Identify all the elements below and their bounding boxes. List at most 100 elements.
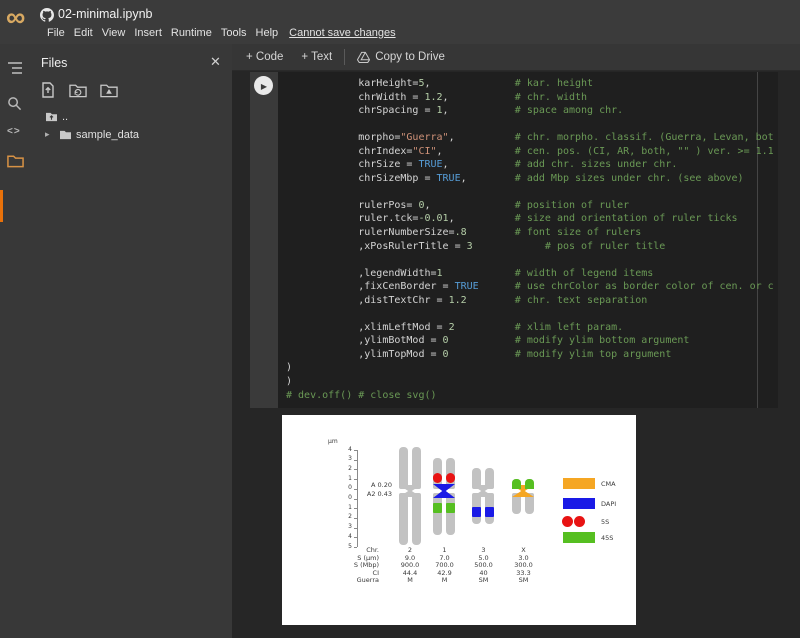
copy-to-drive-label: Copy to Drive: [375, 51, 445, 63]
code-line: chrSpacing = 1, # space among chr.: [286, 104, 774, 118]
mark-45S: [433, 503, 442, 513]
upload-file-icon[interactable]: [40, 82, 56, 98]
toolbar-divider: [344, 49, 345, 65]
code-line: [286, 118, 774, 132]
code-line: ,ylimTopMod = 0 # modify ylim top argume…: [286, 348, 774, 362]
code-line: ,ylimBotMod = 0 # modify ylim bottom arg…: [286, 334, 774, 348]
folder-icon[interactable]: [7, 154, 25, 172]
chromosome-2-short-arm: [399, 447, 408, 489]
code-line: ,distTextChr = 1.2 # chr. text separatio…: [286, 294, 774, 308]
code-line: chrWidth = 1.2, # chr. width: [286, 91, 774, 105]
ruler-tick-label: 4: [338, 447, 352, 454]
play-icon: ▶: [260, 82, 267, 91]
menu-tools[interactable]: Tools: [221, 27, 247, 39]
ruler-tick-mark: [354, 450, 357, 451]
colab-logo-icon[interactable]: ∞: [6, 2, 23, 33]
ruler-tick-mark: [354, 469, 357, 470]
ruler-tick-label: 3: [338, 524, 352, 531]
code-icon[interactable]: <>: [7, 126, 25, 144]
chromosome-1-long-arm: [446, 493, 455, 535]
header: ∞ 02-minimal.ipynb File Edit View Insert Run…: [0, 0, 800, 44]
menu-insert[interactable]: Insert: [134, 27, 162, 39]
chevron-right-icon[interactable]: ▸: [45, 129, 50, 140]
sidebar-rail: <>: [0, 44, 33, 638]
chromosome-1-long-arm: [433, 493, 442, 535]
outline-icon[interactable]: [7, 60, 25, 78]
legend-label: 5S: [601, 519, 609, 526]
menu-file[interactable]: File: [47, 27, 65, 39]
files-panel-title: Files: [41, 56, 67, 70]
code-line: ): [286, 361, 774, 375]
mount-drive-icon[interactable]: [100, 82, 118, 98]
add-code-button[interactable]: + Code: [246, 51, 283, 63]
menu-row: File Edit View Insert Runtime Tools Help Canno…: [47, 27, 396, 39]
files-panel: Files ✕ .. ▸ sample_data: [33, 44, 232, 638]
run-cell-button[interactable]: ▶: [254, 76, 273, 95]
menu-edit[interactable]: Edit: [74, 27, 93, 39]
plot-annotation: A 0.20: [350, 482, 392, 489]
code-line: karHeight=5, # kar. height: [286, 77, 774, 91]
active-indicator: [0, 190, 3, 222]
output-plot: µm43210012345A 0.20A2 0.43CMADAPI5S45SCh…: [282, 415, 636, 625]
ruler-axis-line: [357, 450, 358, 547]
chromosome-2-short-arm: [412, 447, 421, 489]
mark-5S: [446, 473, 456, 483]
refresh-folder-icon[interactable]: [69, 82, 87, 98]
code-line: # dev.off() # close svg(): [286, 389, 774, 403]
ruler-unit-label: µm: [328, 439, 338, 446]
ruler-tick-label: 4: [338, 534, 352, 541]
code-line: [286, 307, 774, 321]
ruler-tick-label: 1: [338, 505, 352, 512]
ruler-tick-mark: [354, 537, 357, 538]
search-icon[interactable]: [7, 96, 25, 114]
folder-up-icon: [45, 111, 58, 122]
menu-view[interactable]: View: [102, 27, 126, 39]
ruler-tick-mark: [354, 508, 357, 509]
chromosome-3-centromere: [472, 485, 494, 497]
code-cell: ▶ karHeight=5, # kar. height chrWidth = …: [250, 72, 778, 408]
chromosome-1-centromere: [433, 484, 455, 498]
legend-swatch: [563, 498, 595, 509]
legend-swatch: [563, 532, 595, 543]
code-line: morpho="Guerra", # chr. morpho. classif.…: [286, 131, 774, 145]
save-status-link[interactable]: Cannot save changes: [289, 27, 395, 39]
copy-to-drive-button[interactable]: Copy to Drive: [357, 51, 445, 63]
ruler-tick-mark: [354, 518, 357, 519]
ruler-tick-mark: [354, 528, 357, 529]
ruler-tick-label: 2: [338, 514, 352, 521]
code-line: ,fixCenBorder = TRUE # use chrColor as b…: [286, 280, 774, 294]
mark-45S: [512, 479, 521, 489]
code-line: [286, 253, 774, 267]
code-line: rulerPos= 0, # position of ruler: [286, 199, 774, 213]
code-text: karHeight=5, # kar. height chrWidth = 1.…: [286, 77, 774, 402]
ruler-tick-mark: [354, 499, 357, 500]
github-icon: [40, 8, 54, 22]
chromosome-2-long-arm: [412, 493, 421, 545]
code-line: [286, 185, 774, 199]
cell-gutter: ▶: [250, 72, 278, 408]
tree-item-label: sample_data: [76, 129, 139, 141]
mark-45S: [525, 479, 534, 489]
close-icon[interactable]: ✕: [210, 54, 221, 70]
legend-label: 45S: [601, 535, 613, 542]
code-line: ,xlimLeftMod = 2 # xlim left param.: [286, 321, 774, 335]
tree-item-up[interactable]: ..: [33, 110, 232, 125]
files-actions: [40, 82, 118, 98]
notebook-title[interactable]: 02-minimal.ipynb: [58, 7, 152, 21]
legend-dot: [574, 516, 585, 527]
code-editor[interactable]: karHeight=5, # kar. height chrWidth = 1.…: [278, 72, 778, 408]
code-line: chrSize = TRUE, # add chr. sizes under c…: [286, 158, 774, 172]
menu-help[interactable]: Help: [256, 27, 279, 39]
menu-runtime[interactable]: Runtime: [171, 27, 212, 39]
ruler-tick-label: 3: [338, 456, 352, 463]
code-line: ): [286, 375, 774, 389]
code-line: rulerNumberSize=.8 # font size of rulers: [286, 226, 774, 240]
plot-table-row-label: S (Mbp): [319, 562, 379, 569]
mark-DAPI: [472, 507, 481, 517]
mark-DAPI: [485, 507, 494, 517]
folder-icon: [59, 129, 72, 140]
add-text-button[interactable]: + Text: [301, 51, 332, 63]
code-line: ruler.tck=-0.01, # size and orientation …: [286, 212, 774, 226]
legend-swatch: [563, 478, 595, 489]
tree-item-sample-data[interactable]: ▸ sample_data: [47, 128, 246, 143]
